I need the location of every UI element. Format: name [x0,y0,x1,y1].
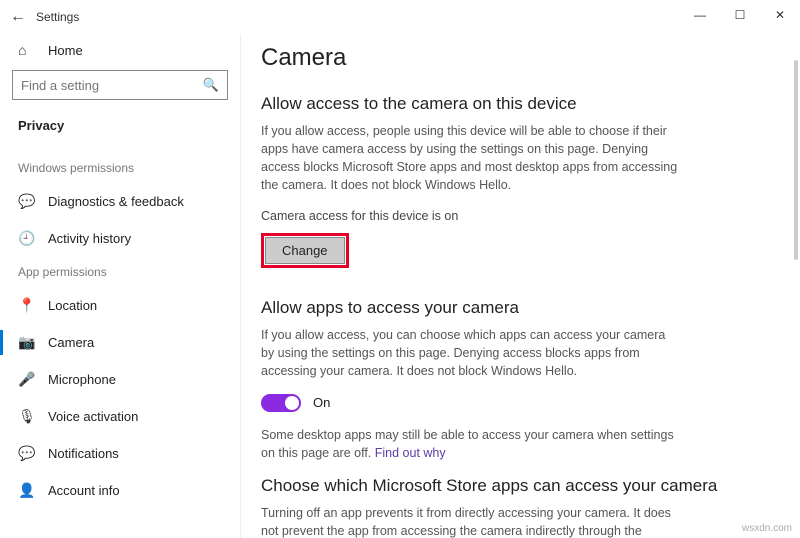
close-button[interactable]: ✕ [760,0,800,30]
microphone-icon: 🎤 [18,371,36,388]
diagnostics-icon: 💬 [18,193,36,210]
allow-device-body: If you allow access, people using this d… [261,122,681,195]
choose-apps-heading: Choose which Microsoft Store apps can ac… [261,476,770,496]
choose-apps-body: Turning off an app prevents it from dire… [261,504,681,538]
sidebar-home-label: Home [48,43,83,58]
voice-icon: 🎙 [18,408,36,425]
notifications-icon: 💬 [18,445,36,462]
change-button[interactable]: Change [265,237,345,264]
sidebar-item-label: Activity history [48,231,131,246]
allow-apps-body: If you allow access, you can choose whic… [261,326,681,380]
sidebar-item-label: Account info [48,483,120,498]
sidebar-section-apps: App permissions [12,257,228,287]
content-pane: Camera Allow access to the camera on thi… [240,34,800,538]
sidebar-item-account-info[interactable]: 👤 Account info [12,472,228,509]
search-input[interactable] [21,78,191,93]
sidebar-section-permissions: Windows permissions [12,153,228,183]
sidebar-item-voice-activation[interactable]: 🎙 Voice activation [12,398,228,435]
find-out-why-link[interactable]: Find out why [375,446,446,460]
sidebar-item-diagnostics[interactable]: 💬 Diagnostics & feedback [12,183,228,220]
search-box[interactable]: 🔍 [12,70,228,100]
sidebar-item-label: Diagnostics & feedback [48,194,184,209]
sidebar-category: Privacy [12,114,228,153]
sidebar-item-microphone[interactable]: 🎤 Microphone [12,361,228,398]
sidebar-home[interactable]: ⌂ Home [12,34,228,70]
sidebar-item-label: Voice activation [48,409,138,424]
scrollbar[interactable] [794,60,798,260]
search-icon: 🔍 [203,77,219,93]
sidebar-item-location[interactable]: 📍 Location [12,287,228,324]
maximize-button[interactable]: ☐ [720,0,760,30]
activity-icon: 🕘 [18,230,36,247]
desktop-note: Some desktop apps may still be able to a… [261,426,681,462]
sidebar-item-label: Location [48,298,97,313]
sidebar-item-label: Camera [48,335,94,350]
account-icon: 👤 [18,482,36,499]
sidebar-item-label: Microphone [48,372,116,387]
window-title: Settings [36,10,79,24]
watermark: wsxdn.com [742,523,792,534]
sidebar: ⌂ Home 🔍 Privacy Windows permissions 💬 D… [0,34,240,538]
camera-icon: 📷 [18,334,36,351]
home-icon: ⌂ [18,42,36,58]
access-status: Camera access for this device is on [261,209,770,223]
change-highlight: Change [261,233,349,268]
sidebar-item-label: Notifications [48,446,119,461]
sidebar-item-activity-history[interactable]: 🕘 Activity history [12,220,228,257]
sidebar-item-notifications[interactable]: 💬 Notifications [12,435,228,472]
page-title: Camera [261,44,770,72]
allow-device-heading: Allow access to the camera on this devic… [261,94,770,114]
apps-access-toggle[interactable] [261,394,301,412]
sidebar-item-camera[interactable]: 📷 Camera [12,324,228,361]
minimize-button[interactable]: — [680,0,720,30]
location-icon: 📍 [18,297,36,314]
allow-apps-heading: Allow apps to access your camera [261,298,770,318]
back-button[interactable]: ← [8,8,28,26]
toggle-state-label: On [313,395,330,410]
